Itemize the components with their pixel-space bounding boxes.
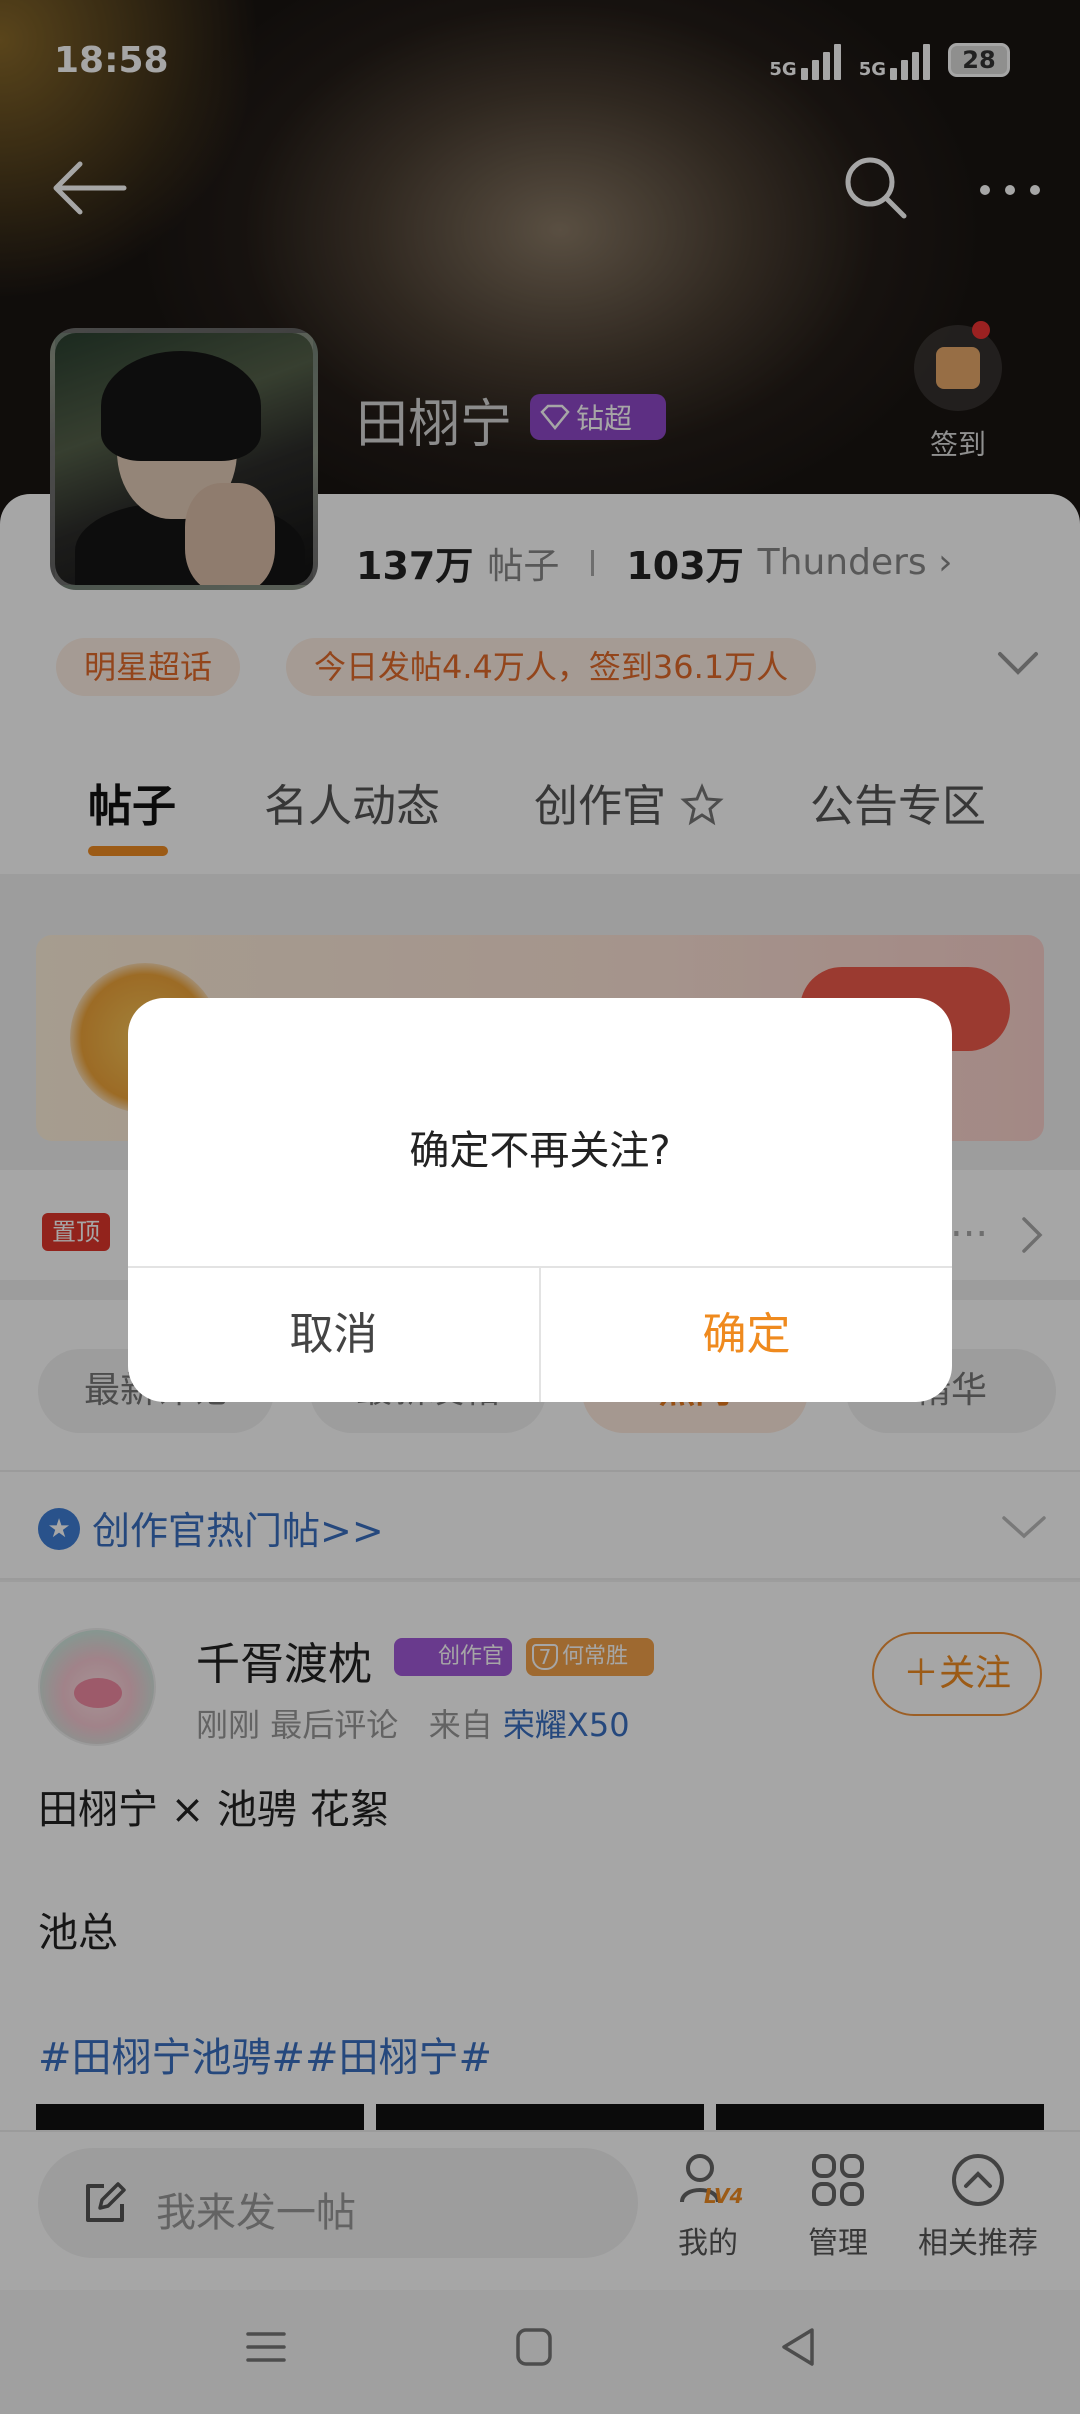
dialog-message: 确定不再关注?: [409, 1128, 671, 1174]
cancel-button[interactable]: 取消: [128, 1268, 539, 1402]
confirm-button[interactable]: 确定: [541, 1268, 952, 1402]
unfollow-confirm-dialog: 确定不再关注? 取消 确定: [128, 998, 952, 1402]
